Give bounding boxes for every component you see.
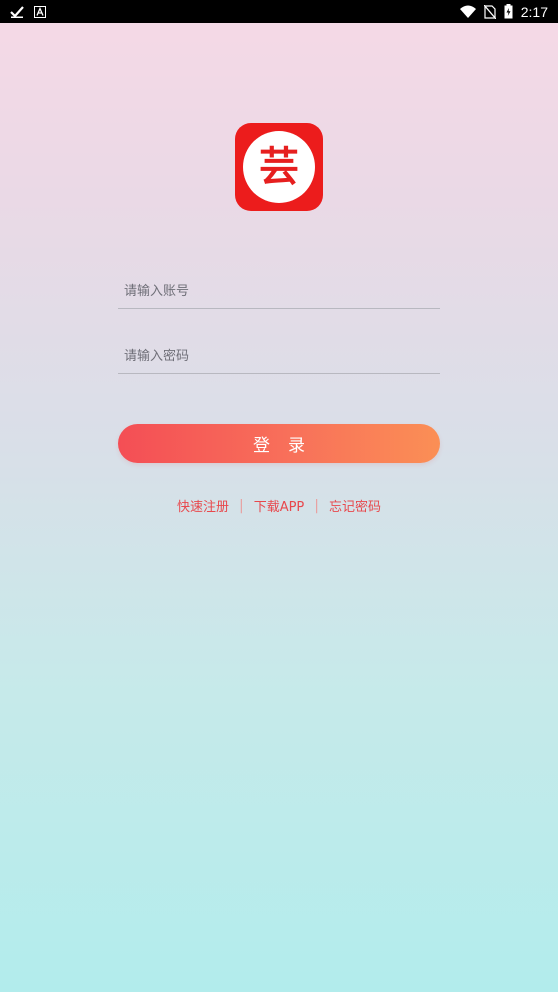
no-sim-icon [483,4,496,19]
download-app-link[interactable]: 下载APP [254,496,305,515]
battery-charging-icon [504,4,513,19]
register-link[interactable]: 快速注册 [177,496,229,515]
password-field [118,340,440,374]
app-a-icon [34,5,46,18]
status-bar-right: 2:17 [459,3,548,20]
account-input[interactable] [118,275,440,308]
status-bar: 2:17 [0,0,558,23]
link-separator: | [314,497,319,514]
password-input[interactable] [118,340,440,373]
status-time: 2:17 [520,3,548,20]
wifi-icon [459,5,476,18]
app-logo: 芸 [235,123,323,211]
status-bar-left [10,5,46,18]
account-field [118,275,440,309]
link-separator: | [238,497,244,514]
logo-char: 芸 [259,144,299,190]
check-icon [10,5,24,18]
auth-links: 快速注册 | 下载APP | 忘记密码 [0,496,558,516]
logo-circle: 芸 [243,131,315,203]
login-button[interactable]: 登录 [118,424,440,463]
forgot-password-link[interactable]: 忘记密码 [329,496,381,515]
